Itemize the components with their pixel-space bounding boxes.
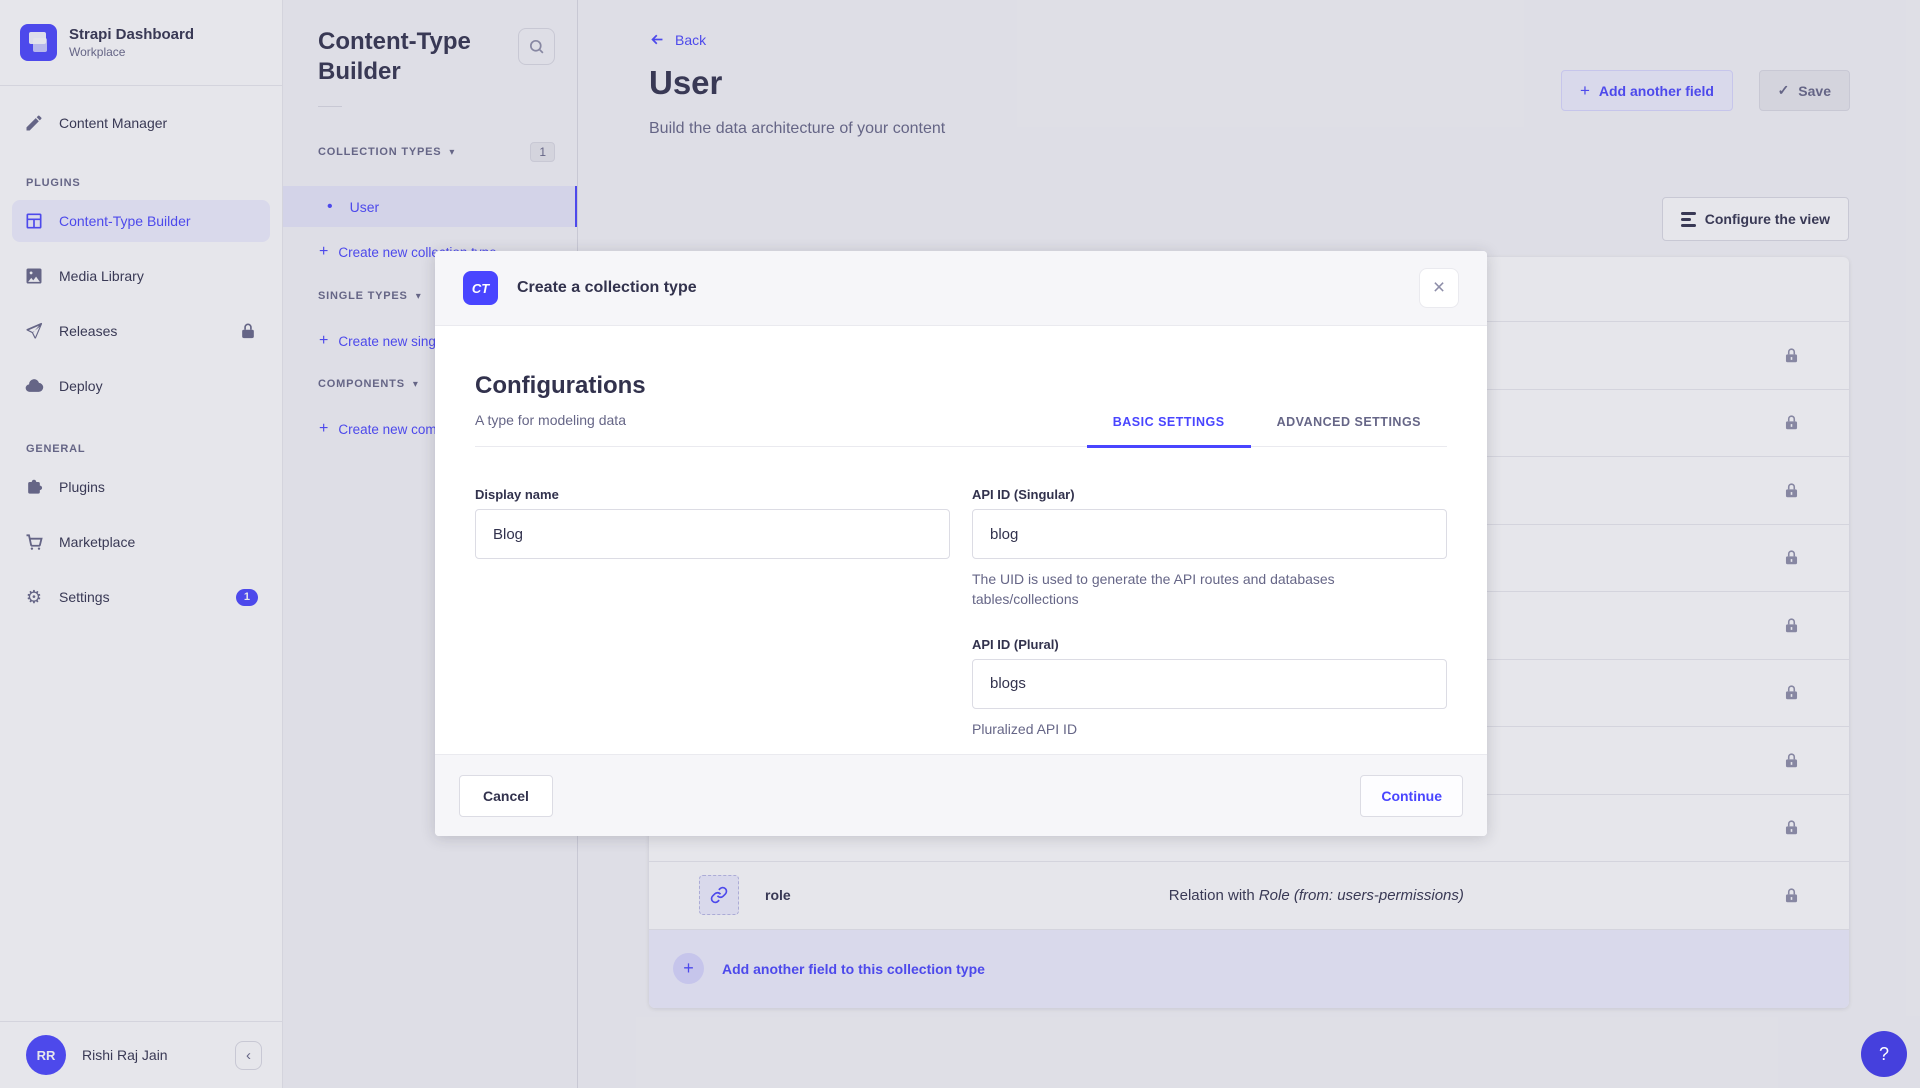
api-id-plural-helper: Pluralized API ID — [972, 719, 1362, 739]
close-icon: × — [1433, 276, 1445, 300]
modal-footer: Cancel Continue — [435, 754, 1487, 836]
display-name-label: Display name — [475, 487, 950, 502]
content-type-badge-icon: CT — [463, 271, 498, 305]
question-mark-icon: ? — [1879, 1044, 1889, 1065]
modal-body: Configurations A type for modeling data … — [435, 326, 1487, 739]
display-name-input[interactable] — [475, 509, 950, 559]
tab-basic-settings[interactable]: BASIC SETTINGS — [1087, 415, 1251, 448]
api-id-singular-input[interactable] — [972, 509, 1447, 559]
configurations-heading: Configurations — [475, 372, 646, 400]
close-modal-button[interactable]: × — [1419, 268, 1459, 308]
modal-header: CT Create a collection type × — [435, 251, 1487, 326]
help-button[interactable]: ? — [1861, 1031, 1907, 1077]
api-id-singular-helper: The UID is used to generate the API rout… — [972, 569, 1362, 610]
tab-advanced-settings[interactable]: ADVANCED SETTINGS — [1251, 415, 1447, 446]
api-id-singular-label: API ID (Singular) — [972, 487, 1447, 502]
cancel-button[interactable]: Cancel — [459, 775, 553, 817]
create-collection-type-modal: CT Create a collection type × Configurat… — [435, 251, 1487, 836]
api-id-plural-input[interactable] — [972, 659, 1447, 709]
settings-tabs: BASIC SETTINGS ADVANCED SETTINGS — [1087, 415, 1447, 446]
api-id-plural-label: API ID (Plural) — [972, 637, 1447, 652]
modal-title: Create a collection type — [517, 279, 697, 297]
continue-button[interactable]: Continue — [1360, 775, 1463, 817]
configurations-subheading: A type for modeling data — [475, 412, 646, 428]
